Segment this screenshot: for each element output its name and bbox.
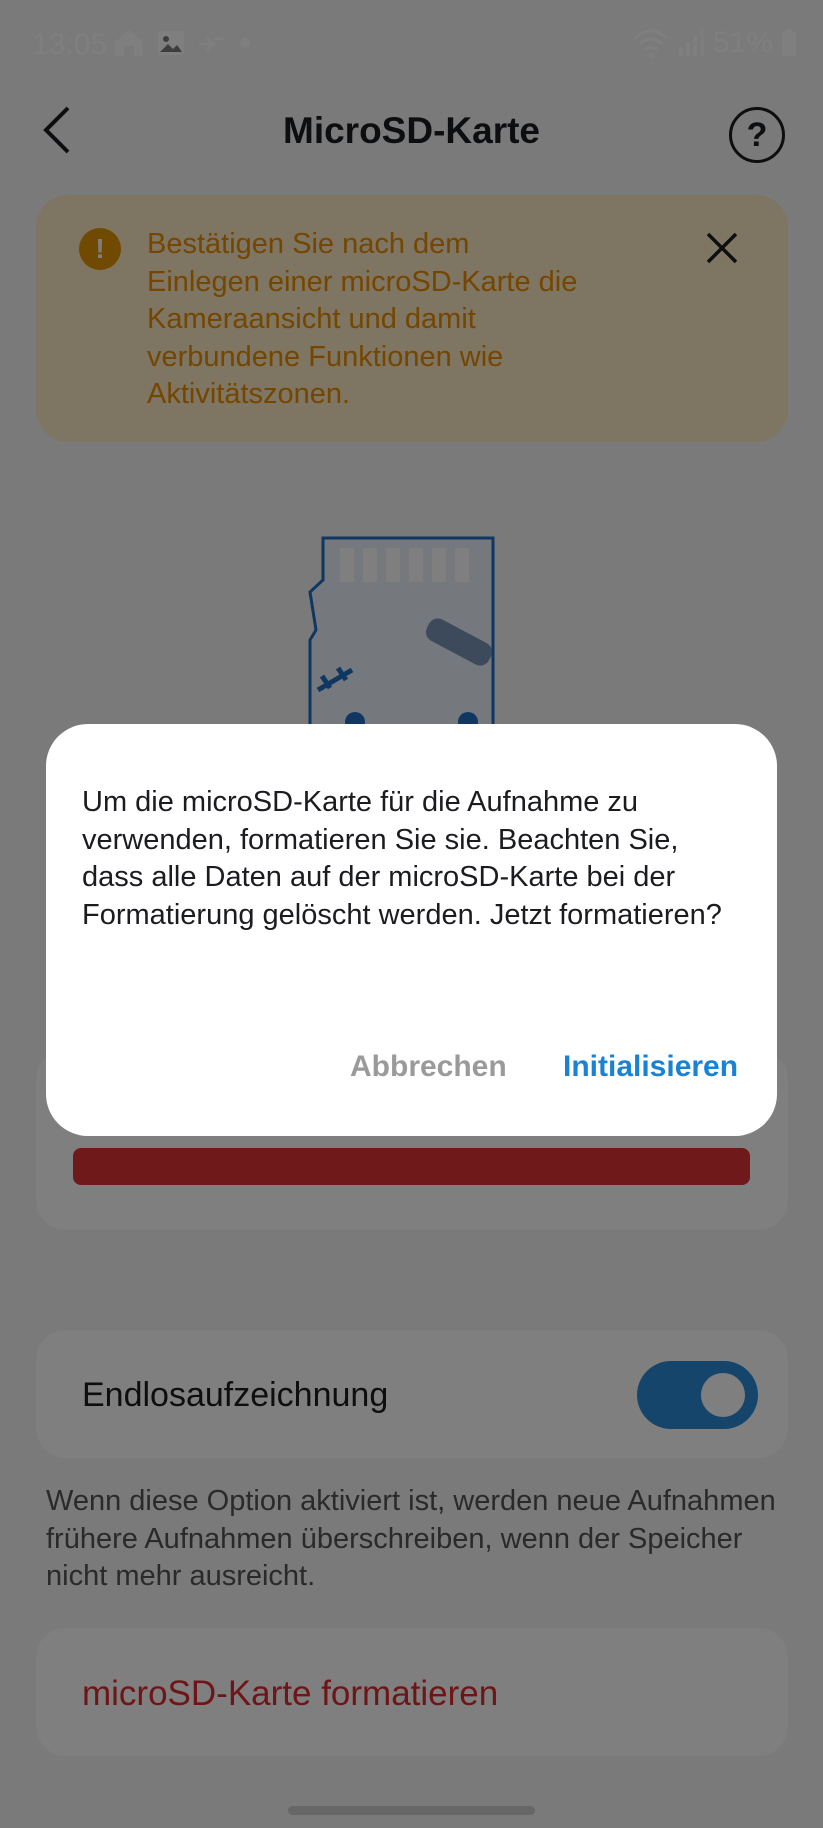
cancel-button[interactable]: Abbrechen (350, 1050, 507, 1084)
initialize-button[interactable]: Initialisieren (563, 1050, 738, 1084)
dialog-message: Um die microSD-Karte für die Aufnahme zu… (82, 786, 722, 931)
